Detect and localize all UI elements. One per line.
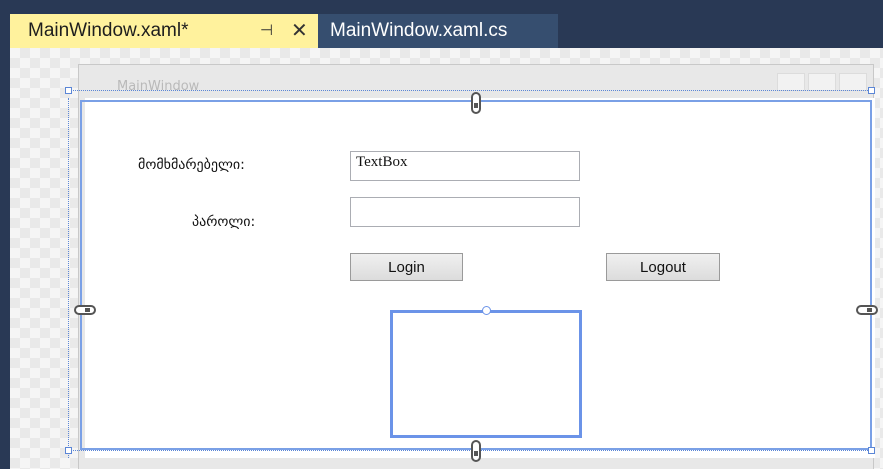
logout-button[interactable]: Logout xyxy=(606,253,720,281)
margin-guide-left xyxy=(68,98,69,458)
login-button[interactable]: Login xyxy=(350,253,463,281)
margin-guide-top xyxy=(68,90,872,91)
anchor-left-icon[interactable] xyxy=(74,305,96,315)
close-icon[interactable]: ✕ xyxy=(291,18,308,43)
window-caption-buttons xyxy=(777,73,867,91)
resize-handle-top-right[interactable] xyxy=(868,87,875,94)
resize-handle-top-left[interactable] xyxy=(65,87,72,94)
window-title: MainWindow xyxy=(117,79,200,94)
anchor-bottom-icon[interactable] xyxy=(471,440,481,462)
tab-mainwindow-xaml[interactable]: MainWindow.xaml* ⊣ ✕ xyxy=(10,14,318,48)
maximize-button xyxy=(808,73,836,91)
tab-label: MainWindow.xaml.cs xyxy=(330,20,508,41)
rotate-handle-icon[interactable] xyxy=(482,306,491,315)
password-textbox[interactable] xyxy=(350,197,580,227)
password-label: პაროლი: xyxy=(192,214,256,230)
close-window-button xyxy=(839,73,867,91)
username-textbox[interactable]: TextBox xyxy=(350,151,580,181)
selected-container-box[interactable] xyxy=(390,306,582,438)
document-tab-strip: MainWindow.xaml* ⊣ ✕ MainWindow.xaml.cs xyxy=(0,0,883,48)
xaml-designer-surface[interactable]: MainWindow მომხმარებელი: TextBox პაროლი:… xyxy=(10,48,883,469)
margin-guide-bottom xyxy=(68,450,872,451)
anchor-top-icon[interactable] xyxy=(471,92,481,114)
resize-handle-bottom-right[interactable] xyxy=(868,447,875,454)
tab-mainwindow-xaml-cs[interactable]: MainWindow.xaml.cs xyxy=(318,14,558,48)
minimize-button xyxy=(777,73,805,91)
anchor-right-icon[interactable] xyxy=(856,305,878,315)
tab-label: MainWindow.xaml* xyxy=(28,20,189,41)
username-label: მომხმარებელი: xyxy=(138,157,245,173)
resize-handle-bottom-left[interactable] xyxy=(65,447,72,454)
pin-icon[interactable]: ⊣ xyxy=(260,21,273,39)
